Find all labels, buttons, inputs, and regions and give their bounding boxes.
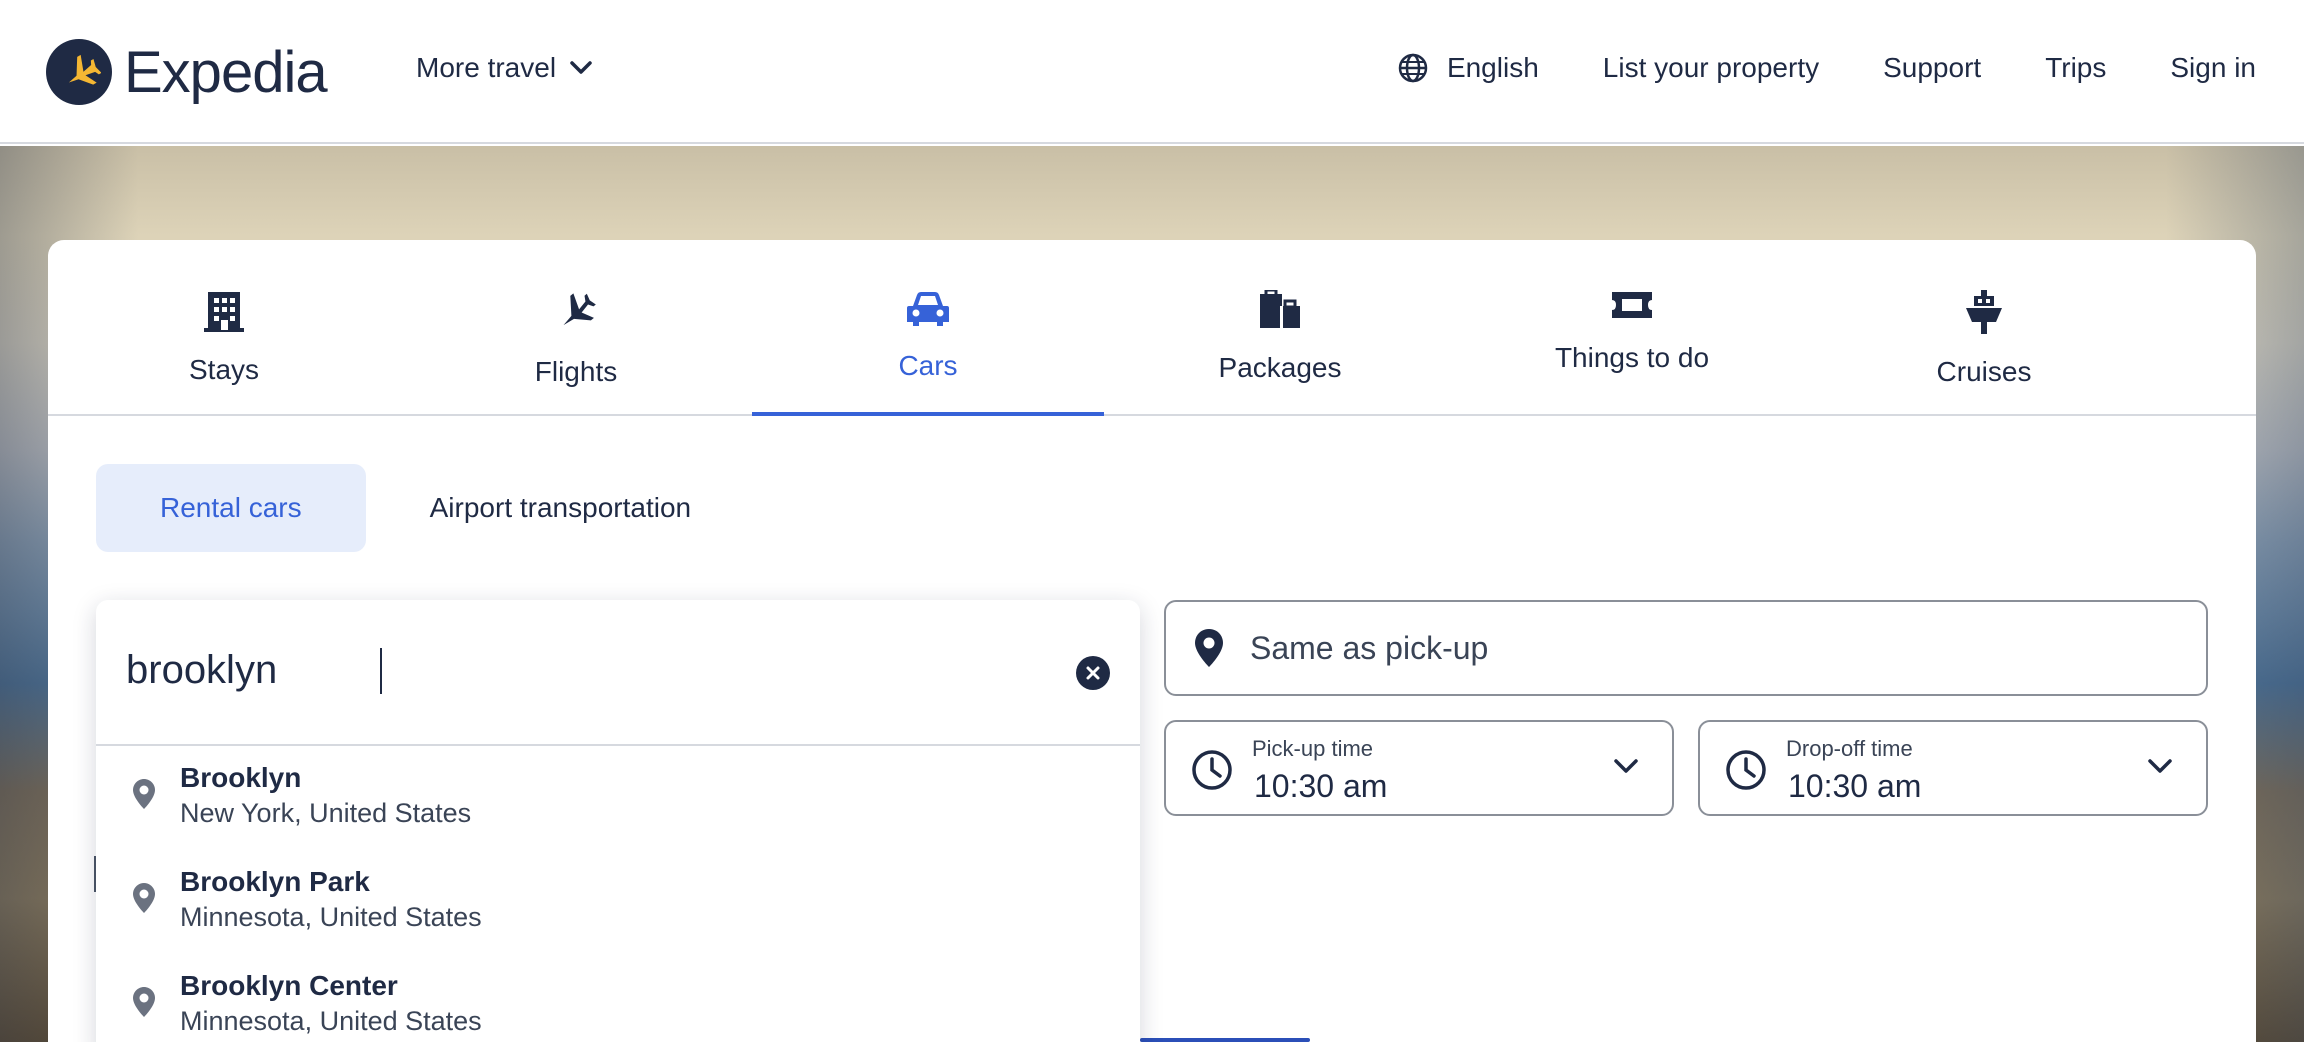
brand-name: Expedia	[124, 39, 328, 105]
location-pin-icon	[133, 987, 155, 1017]
dropoff-time-select[interactable]: Drop-off time 10:30 am	[1698, 720, 2208, 816]
dropoff-location-field[interactable]: Same as pick-up	[1164, 600, 2208, 696]
subtab-rental-cars[interactable]: Rental cars	[96, 464, 366, 552]
ticket-icon	[1612, 292, 1652, 318]
car-subtabs: Rental cars Airport transportation	[96, 464, 755, 552]
more-travel-label: More travel	[416, 52, 557, 83]
tab-label: Packages	[1218, 352, 1342, 383]
pickup-autocomplete-dropdown: Brooklyn New York, United States Brookly…	[96, 600, 1140, 1042]
suggestion-item[interactable]: Brooklyn Center Minnesota, United States	[96, 954, 1140, 1042]
pickup-time-label: Pick-up time	[1252, 736, 1374, 761]
more-travel-menu[interactable]: More travel	[416, 52, 592, 84]
pickup-search-row	[96, 600, 1140, 746]
text-cursor	[380, 648, 382, 694]
tab-cruises[interactable]: Cruises	[1808, 240, 2160, 414]
clock-icon	[1726, 750, 1766, 790]
suggestion-item[interactable]: Brooklyn New York, United States	[96, 746, 1140, 850]
trips-link[interactable]: Trips	[2045, 52, 2106, 84]
dropoff-placeholder: Same as pick-up	[1250, 629, 1489, 666]
location-pin-icon	[133, 779, 155, 809]
tab-label: Cruises	[1936, 356, 2032, 387]
search-button-edge[interactable]	[1140, 1038, 1310, 1042]
header-nav: English List your property Support Trips…	[1397, 52, 2256, 84]
tab-cars[interactable]: Cars	[752, 240, 1104, 416]
pickup-time-select[interactable]: Pick-up time 10:30 am	[1164, 720, 1674, 816]
suggestion-subtitle: Minnesota, United States	[180, 902, 482, 932]
suggestion-title: Brooklyn Center	[180, 970, 398, 1001]
language-label: English	[1446, 52, 1539, 83]
list-property-link[interactable]: List your property	[1603, 52, 1819, 84]
suggestion-title: Brooklyn	[180, 762, 302, 793]
plane-logo-icon	[46, 39, 112, 105]
close-icon	[1086, 666, 1100, 680]
chevron-down-icon	[2148, 759, 2172, 773]
tab-label: Cars	[898, 350, 958, 381]
tab-label: Stays	[188, 354, 260, 385]
suggestion-item[interactable]: Brooklyn Park Minnesota, United States	[96, 850, 1140, 954]
location-pin-icon	[133, 883, 155, 913]
luggage-icon	[1260, 290, 1300, 328]
suggestion-subtitle: New York, United States	[180, 798, 472, 828]
dropoff-time-value: 10:30 am	[1788, 768, 1922, 804]
support-link[interactable]: Support	[1883, 52, 1981, 84]
clock-icon	[1192, 750, 1232, 790]
pickup-time-value: 10:30 am	[1254, 768, 1388, 804]
product-tabs: Stays Flights Cars Packages Things to do…	[48, 240, 2256, 416]
location-pin-icon	[1195, 629, 1223, 667]
language-selector[interactable]: English	[1397, 52, 1539, 84]
car-icon	[907, 292, 949, 326]
suggestion-subtitle: Minnesota, United States	[180, 1006, 482, 1036]
dropoff-time-label: Drop-off time	[1786, 736, 1913, 761]
subtab-airport-transportation[interactable]: Airport transportation	[366, 464, 755, 552]
globe-icon	[1398, 53, 1428, 83]
tab-label: Things to do	[1554, 342, 1710, 373]
tab-label: Flights	[534, 356, 618, 387]
chevron-down-icon	[570, 61, 592, 74]
tab-stays[interactable]: Stays	[48, 240, 400, 414]
chevron-down-icon	[1614, 759, 1638, 773]
suggestion-title: Brooklyn Park	[180, 866, 370, 897]
building-icon	[204, 292, 244, 332]
clear-input-button[interactable]	[1076, 656, 1110, 690]
sign-in-link[interactable]: Sign in	[2170, 52, 2256, 84]
tab-things-to-do[interactable]: Things to do	[1456, 240, 1808, 414]
tab-flights[interactable]: Flights	[400, 240, 752, 414]
pickup-location-input[interactable]	[126, 640, 1026, 700]
tab-packages[interactable]: Packages	[1104, 240, 1456, 414]
expedia-logo[interactable]: Expedia	[46, 38, 328, 106]
plane-icon	[563, 293, 596, 326]
site-header: Expedia More travel English List your pr…	[0, 0, 2304, 144]
ship-icon	[1966, 290, 2002, 334]
